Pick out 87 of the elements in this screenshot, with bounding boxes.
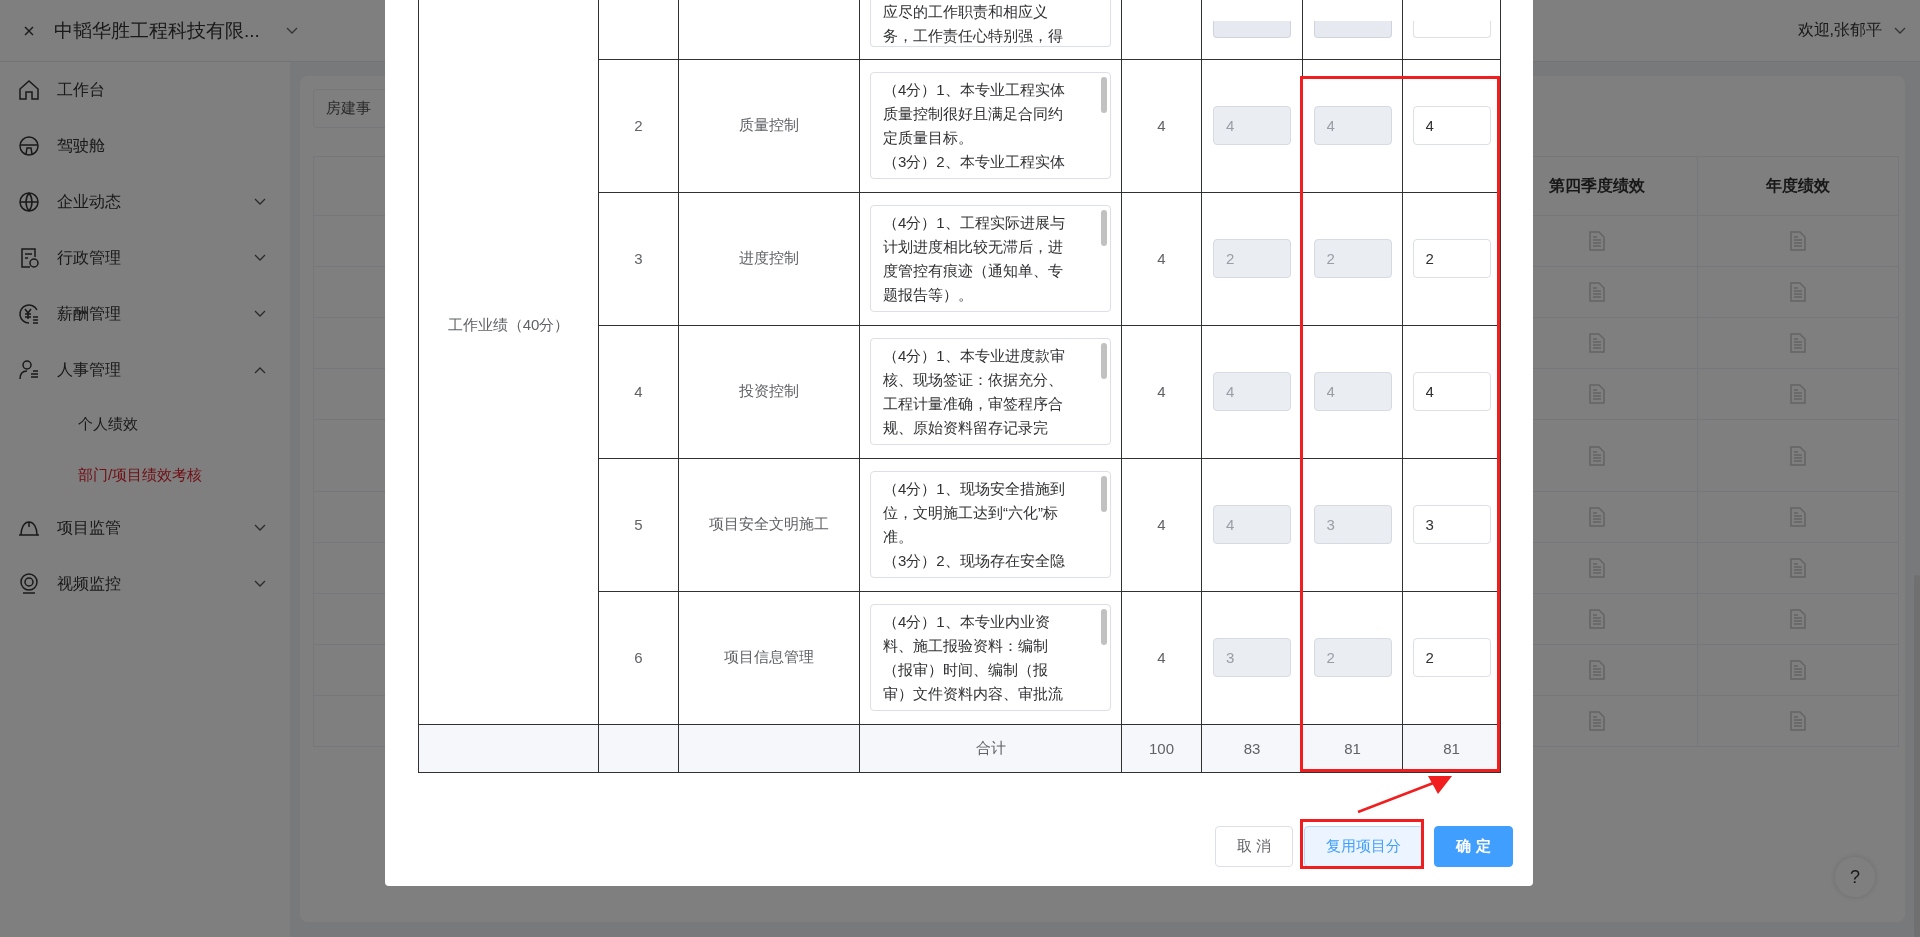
- table-cell: 合计: [975, 738, 1006, 756]
- criteria-text: （4分）1、工程实际进展与计划进度相比较无滞后，进度管控有痕迹（通知单、专题报告等）。: [883, 213, 1066, 305]
- document-icon[interactable]: [1589, 333, 1605, 353]
- criteria-text: （4分）1、本专业内业资料、施工报验资料：编制（报审）时间、编制（报审）文件资料内容、审批流: [883, 612, 1064, 704]
- sidebar-item[interactable]: 企业动态: [0, 174, 290, 230]
- table-cell: 100: [1149, 739, 1174, 757]
- document-icon[interactable]: [1589, 558, 1605, 578]
- submenu-item[interactable]: 个人绩效: [0, 398, 290, 449]
- yen-icon: [17, 302, 41, 326]
- tab-label[interactable]: 房建事: [326, 99, 371, 118]
- criteria-field[interactable]: （4分）1、本专业内业资料、施工报验资料：编制（报审）时间、编制（报审）文件资料内容、审批流: [870, 604, 1111, 711]
- table-cell: 4: [1157, 383, 1166, 400]
- sidebar-item[interactable]: 项目监管: [0, 500, 290, 556]
- table-cell: 质量控制: [739, 116, 799, 133]
- document-icon[interactable]: [1790, 558, 1806, 578]
- webcam-icon: [17, 572, 41, 596]
- chevron-down-icon[interactable]: [1894, 26, 1906, 35]
- document-icon[interactable]: [1790, 609, 1806, 629]
- document-icon[interactable]: [1790, 660, 1806, 680]
- cancel-button[interactable]: 取 消: [1215, 825, 1293, 867]
- document-icon[interactable]: [1790, 231, 1806, 251]
- score-input[interactable]: 2: [1412, 638, 1491, 677]
- document-icon[interactable]: [1589, 282, 1605, 302]
- table-cell: 4: [1157, 117, 1166, 134]
- document-icon[interactable]: [1589, 660, 1605, 680]
- table-cell: 2: [634, 117, 643, 134]
- table-cell: 进度控制: [739, 249, 799, 266]
- document-icon[interactable]: [1790, 711, 1806, 731]
- score-input[interactable]: 3: [1412, 505, 1491, 544]
- table-cell: 81: [1344, 739, 1361, 757]
- score-input[interactable]: 4: [1412, 372, 1491, 411]
- table-cell: 4: [1157, 649, 1166, 666]
- column-header: 年度绩效: [1697, 157, 1898, 215]
- sidebar-item[interactable]: 人事管理: [0, 342, 290, 398]
- criteria-field[interactable]: （4分）1、本专业进度款审核、现场签证：依据充分、工程计量准确，审签程序合规、原始资料留存记录完: [870, 338, 1111, 445]
- document-icon[interactable]: [1790, 507, 1806, 527]
- home-icon: [17, 78, 41, 102]
- criteria-text: （3分）2、本专业工程实体: [883, 152, 1066, 172]
- table-cell: 6: [634, 649, 643, 666]
- table-cell: 工作业绩（40分）: [447, 316, 570, 334]
- table-cell: 4: [1157, 250, 1166, 267]
- criteria-text: （4分）1、本专业工程实体质量控制很好且满足合同约定质量目标。: [883, 80, 1066, 148]
- criteria-field[interactable]: （4分）1、本专业工程实体质量控制很好且满足合同约定质量目标。 （3分）2、本专业工程实体: [870, 72, 1111, 179]
- table-cell: 4: [1157, 516, 1166, 533]
- globe-icon: [17, 190, 41, 214]
- table-cell: 81: [1443, 739, 1460, 757]
- table-cell: 项目信息管理: [724, 648, 814, 665]
- table-cell: 3: [634, 250, 643, 267]
- sidebar-item[interactable]: 工作台: [0, 62, 290, 118]
- document-icon[interactable]: [1589, 507, 1605, 527]
- score-input[interactable]: [1412, 21, 1491, 38]
- sidebar-item[interactable]: 驾驶舱: [0, 118, 290, 174]
- document-icon[interactable]: [1589, 711, 1605, 731]
- confirm-button[interactable]: 确 定: [1434, 825, 1513, 867]
- table-cell: 5: [634, 516, 643, 533]
- criteria-text: （4分）1、现场安全措施到位，文明施工达到“六化”标准。: [883, 479, 1066, 547]
- document-icon[interactable]: [1790, 282, 1806, 302]
- document-icon[interactable]: [1589, 231, 1605, 251]
- welcome-user[interactable]: 欢迎,张郁平: [1797, 20, 1882, 41]
- chevron-down-icon[interactable]: [285, 26, 298, 35]
- document-icon[interactable]: [1589, 609, 1605, 629]
- submenu-item[interactable]: 部门/项目绩效考核: [0, 449, 290, 500]
- sidebar-item[interactable]: 行政管理: [0, 230, 290, 286]
- criteria-text: （3分）2、现场存在安全隐: [883, 551, 1066, 571]
- score-input[interactable]: 2: [1412, 239, 1491, 278]
- criteria-text: 应尽的工作职责和相应义务，工作责任心特别强，得: [883, 2, 1064, 46]
- table-cell: 项目安全文明施工: [709, 515, 829, 532]
- table-cell: 投资控制: [739, 382, 799, 399]
- document-icon[interactable]: [1589, 445, 1605, 466]
- criteria-field[interactable]: （4分）1、工程实际进展与计划进度相比较无滞后，进度管控有痕迹（通知单、专题报告等）。: [870, 205, 1111, 312]
- document-icon[interactable]: [1790, 384, 1806, 404]
- close-icon[interactable]: [23, 24, 35, 37]
- sidebar-item[interactable]: 薪酬管理: [0, 286, 290, 342]
- reuse-button[interactable]: 复用项目分: [1304, 825, 1423, 867]
- criteria-field[interactable]: 应尽的工作职责和相应义务，工作责任心特别强，得: [870, 0, 1111, 47]
- score-input[interactable]: 4: [1412, 106, 1491, 145]
- table-cell: 4: [634, 383, 643, 400]
- user-icon: [17, 358, 41, 382]
- sidebar-item[interactable]: 视频监控: [0, 556, 290, 612]
- criteria-field[interactable]: （4分）1、现场安全措施到位，文明施工达到“六化”标准。 （3分）2、现场存在安全隐: [870, 471, 1111, 578]
- steering-wheel-icon: [17, 134, 41, 158]
- document-icon[interactable]: [1589, 384, 1605, 404]
- document-icon[interactable]: [1790, 445, 1806, 466]
- table-cell: 83: [1243, 739, 1261, 757]
- company-name: 中韬华胜工程科技有限...: [54, 18, 260, 43]
- document-icon[interactable]: [1790, 333, 1806, 353]
- criteria-text: （4分）1、本专业进度款审核、现场签证：依据充分、工程计量准确，审签程序合规、原始资料留存记录完: [883, 346, 1066, 438]
